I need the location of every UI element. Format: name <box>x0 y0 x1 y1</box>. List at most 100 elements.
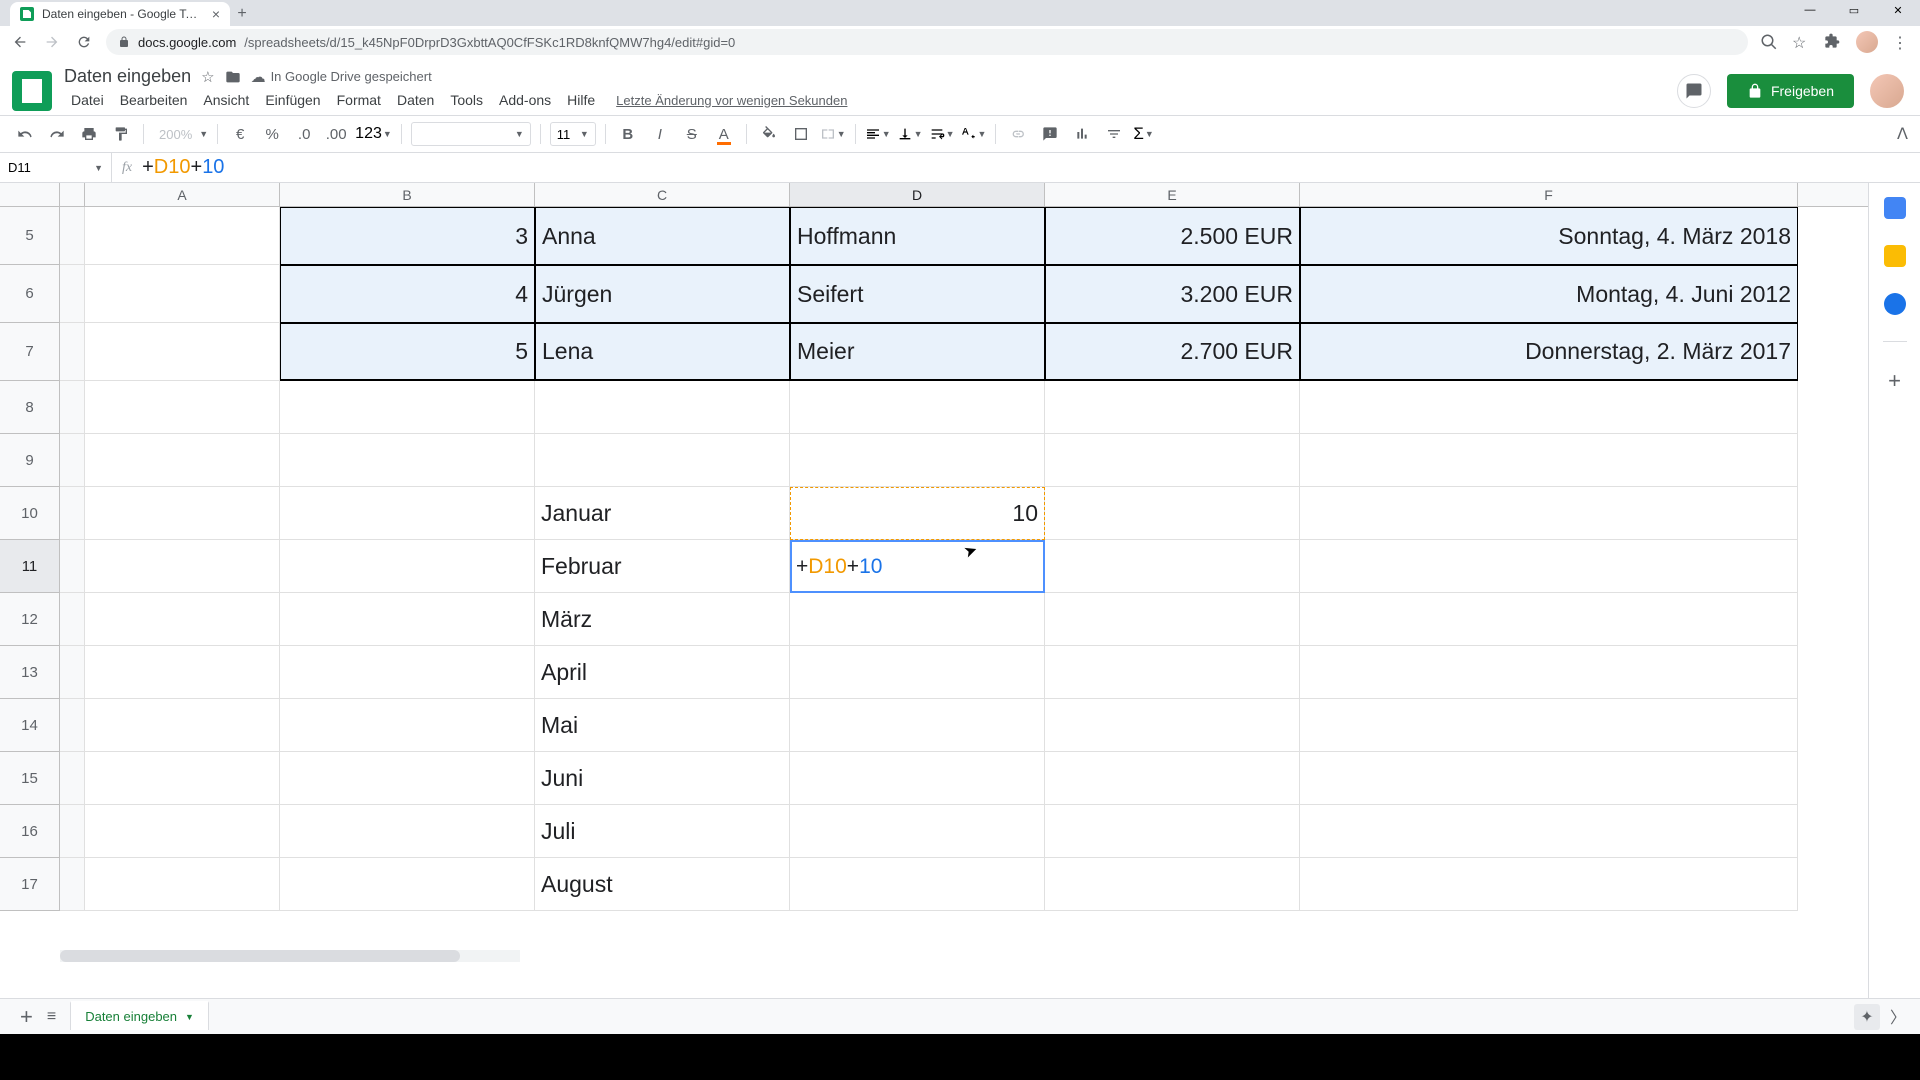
account-avatar[interactable] <box>1870 74 1904 108</box>
fill-color-button[interactable] <box>756 121 782 147</box>
borders-button[interactable] <box>788 121 814 147</box>
cell[interactable] <box>85 593 280 646</box>
cell[interactable] <box>1300 593 1798 646</box>
strikethrough-button[interactable]: S <box>679 121 705 147</box>
cell[interactable] <box>1300 752 1798 805</box>
menu-tools[interactable]: Tools <box>443 89 490 111</box>
cell[interactable] <box>1045 540 1300 593</box>
cell[interactable] <box>85 323 280 381</box>
cell-editor[interactable]: +D10+10 <box>790 540 1045 593</box>
insert-comment-button[interactable] <box>1037 121 1063 147</box>
reload-button[interactable] <box>74 32 94 52</box>
new-tab-button[interactable]: + <box>230 2 254 26</box>
row-header[interactable]: 8 <box>0 381 60 434</box>
col-header-E[interactable]: E <box>1045 183 1300 206</box>
row-header[interactable]: 15 <box>0 752 60 805</box>
cell[interactable]: Mai <box>535 699 790 752</box>
cell[interactable]: Donnerstag, 2. März 2017 <box>1300 323 1798 381</box>
cell[interactable] <box>790 858 1045 911</box>
redo-button[interactable] <box>44 121 70 147</box>
cell[interactable] <box>280 434 535 487</box>
cell[interactable] <box>280 699 535 752</box>
zoom-select[interactable]: 200%▼ <box>153 127 208 142</box>
cell[interactable]: Anna <box>535 207 790 265</box>
chrome-menu-icon[interactable]: ⋮ <box>1892 33 1910 51</box>
cell[interactable] <box>85 752 280 805</box>
merge-cells-button[interactable]: ▼ <box>820 126 846 142</box>
row-header[interactable]: 14 <box>0 699 60 752</box>
cell[interactable] <box>85 540 280 593</box>
cell[interactable] <box>790 646 1045 699</box>
h-align-button[interactable]: ▼ <box>865 126 891 142</box>
cell[interactable] <box>85 646 280 699</box>
menu-ansicht[interactable]: Ansicht <box>196 89 256 111</box>
horizontal-scrollbar[interactable] <box>60 950 520 962</box>
cell[interactable]: Hoffmann <box>790 207 1045 265</box>
menu-addons[interactable]: Add-ons <box>492 89 558 111</box>
menu-daten[interactable]: Daten <box>390 89 441 111</box>
bold-button[interactable]: B <box>615 121 641 147</box>
cell[interactable] <box>85 487 280 540</box>
cell[interactable]: 2.500 EUR <box>1045 207 1300 265</box>
cell[interactable] <box>280 752 535 805</box>
forward-button[interactable] <box>42 32 62 52</box>
cell[interactable] <box>790 381 1045 434</box>
zoom-indicator-icon[interactable] <box>1760 33 1778 51</box>
menu-format[interactable]: Format <box>330 89 388 111</box>
share-button[interactable]: Freigeben <box>1727 74 1854 108</box>
cell[interactable]: April <box>535 646 790 699</box>
tab-close-icon[interactable]: × <box>212 6 220 22</box>
name-box[interactable]: D11 ▼ <box>0 153 112 182</box>
cell[interactable] <box>280 646 535 699</box>
cell[interactable] <box>1300 487 1798 540</box>
cell[interactable]: 2.700 EUR <box>1045 323 1300 381</box>
cell[interactable] <box>1300 646 1798 699</box>
cell[interactable] <box>1045 434 1300 487</box>
row-header[interactable]: 6 <box>0 265 60 323</box>
hide-sidepanel-icon[interactable]: 〉 <box>1890 1004 1908 1028</box>
paint-format-button[interactable] <box>108 121 134 147</box>
formula-input[interactable]: +D10+10 <box>142 156 224 179</box>
move-icon[interactable] <box>225 69 241 85</box>
row-header[interactable]: 17 <box>0 858 60 911</box>
chrome-profile-avatar[interactable] <box>1856 31 1878 53</box>
cell[interactable] <box>1300 434 1798 487</box>
menu-bearbeiten[interactable]: Bearbeiten <box>113 89 195 111</box>
text-rotate-button[interactable]: ▼ <box>960 126 986 142</box>
add-sheet-button[interactable]: + <box>20 1004 33 1030</box>
cell[interactable]: Juni <box>535 752 790 805</box>
cell[interactable]: Jürgen <box>535 265 790 323</box>
insert-chart-button[interactable] <box>1069 121 1095 147</box>
cell[interactable] <box>1045 805 1300 858</box>
filter-button[interactable] <box>1101 121 1127 147</box>
cell[interactable] <box>1300 805 1798 858</box>
cell[interactable]: Januar <box>535 487 790 540</box>
functions-button[interactable]: Σ▼ <box>1133 124 1153 144</box>
cell[interactable] <box>85 699 280 752</box>
cell[interactable]: 3.200 EUR <box>1045 265 1300 323</box>
italic-button[interactable]: I <box>647 121 673 147</box>
col-header-C[interactable]: C <box>535 183 790 206</box>
last-edit-link[interactable]: Letzte Änderung vor wenigen Sekunden <box>616 93 847 108</box>
explore-button[interactable]: ✦ <box>1854 1004 1880 1030</box>
spreadsheet-grid[interactable]: A B C D E F 5 3 Anna Hoffmann 2.500 EUR … <box>0 183 1868 998</box>
drive-status[interactable]: ☁ In Google Drive gespeichert <box>251 68 432 86</box>
cell[interactable]: Meier <box>790 323 1045 381</box>
sheet-tab[interactable]: Daten eingeben ▼ <box>70 1001 209 1030</box>
back-button[interactable] <box>10 32 30 52</box>
cell[interactable] <box>1045 381 1300 434</box>
cell[interactable] <box>1045 646 1300 699</box>
cell[interactable] <box>85 805 280 858</box>
url-field[interactable]: docs.google.com/spreadsheets/d/15_k45NpF… <box>106 29 1748 55</box>
cell[interactable]: 3 <box>280 207 535 265</box>
bookmark-icon[interactable]: ☆ <box>1792 33 1810 51</box>
cell[interactable] <box>85 434 280 487</box>
window-maximize-button[interactable]: ▭ <box>1832 0 1876 20</box>
v-align-button[interactable]: ▼ <box>897 126 923 142</box>
number-format-select[interactable]: 123▼ <box>355 125 392 143</box>
cell[interactable] <box>280 858 535 911</box>
cell[interactable] <box>85 265 280 323</box>
text-wrap-button[interactable]: ▼ <box>929 126 955 142</box>
cell[interactable] <box>280 805 535 858</box>
cell[interactable]: März <box>535 593 790 646</box>
